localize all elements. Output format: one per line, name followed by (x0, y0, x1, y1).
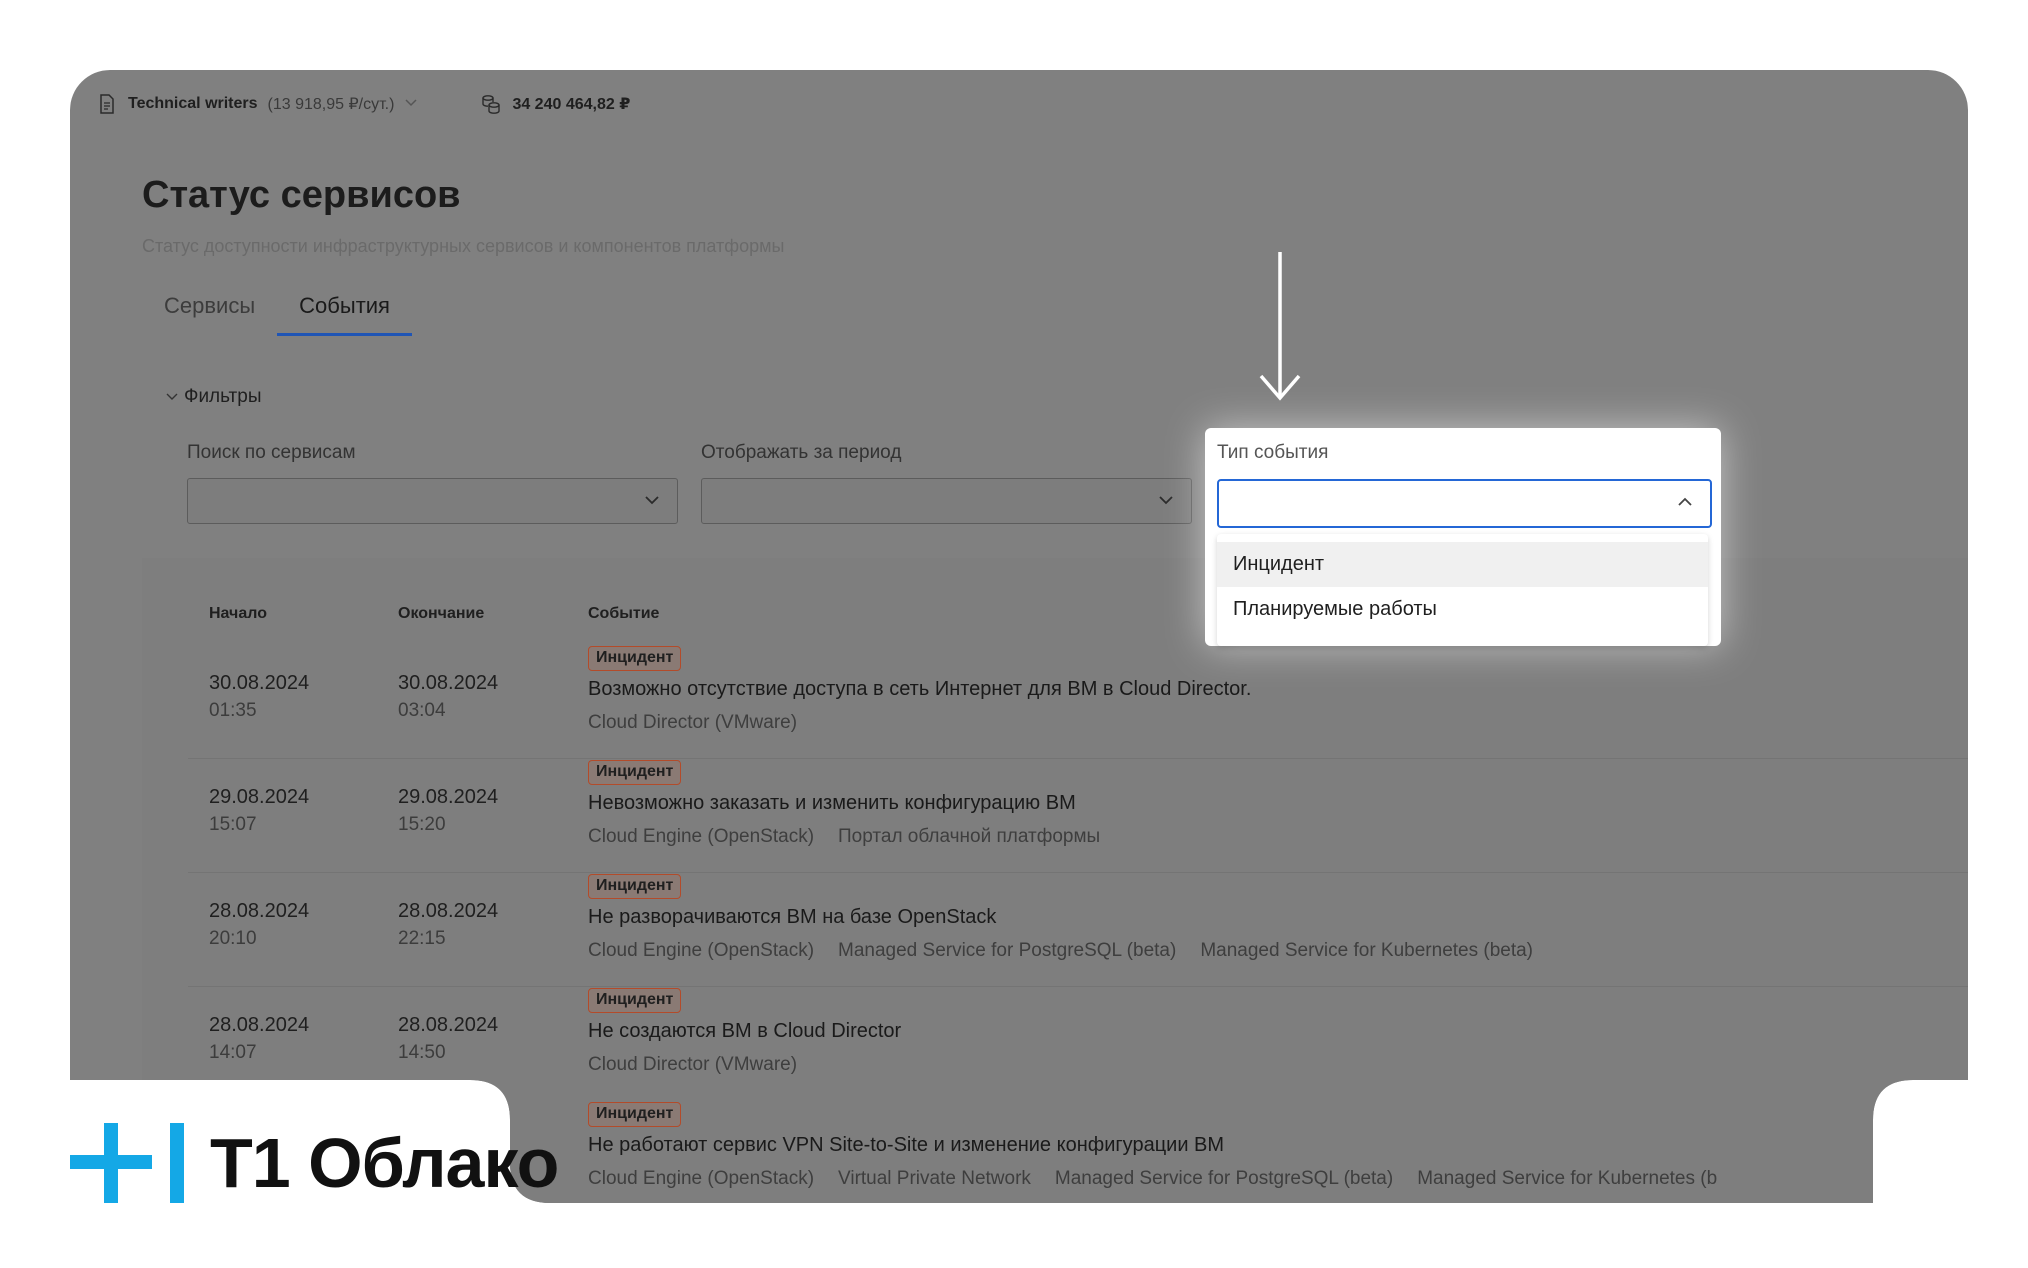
incident-badge: Инцидент (588, 988, 681, 1013)
event-services: Cloud Engine (OpenStack) Портал облачной… (588, 826, 1100, 848)
document-icon (96, 93, 118, 115)
chevron-down-icon (166, 386, 178, 408)
t1-logo-icon (70, 1123, 184, 1203)
incident-badge: Инцидент (588, 1102, 681, 1127)
project-rate: (13 918,95 ₽/сут.) (267, 96, 395, 113)
incident-badge: Инцидент (588, 646, 681, 671)
start-time: 14:07 (209, 1042, 257, 1063)
top-bar: Technical writers (13 918,95 ₽/сут.) 34 … (96, 84, 630, 124)
start-time: 20:10 (209, 928, 257, 949)
chevron-up-icon[interactable] (1676, 493, 1694, 516)
service-tag[interactable]: Managed Service for Kubernetes (b (1417, 1168, 1717, 1190)
brand-logo: T1 Облако (70, 1120, 559, 1206)
end-date: 28.08.2024 (398, 1014, 499, 1036)
filters-toggle[interactable]: Фильтры (166, 386, 261, 408)
chevron-down-icon[interactable] (404, 95, 418, 113)
service-tag[interactable]: Cloud Engine (OpenStack) (588, 940, 814, 962)
end-time: 14:50 (398, 1042, 446, 1063)
row-divider (188, 872, 1968, 873)
service-tag[interactable]: Cloud Engine (OpenStack) (588, 826, 814, 848)
service-search-select[interactable] (187, 478, 678, 524)
row-divider (188, 986, 1968, 987)
option-planned-works[interactable]: Планируемые работы (1217, 587, 1708, 632)
service-tag[interactable]: Cloud Director (VMware) (588, 712, 797, 734)
column-end: Окончание (398, 605, 485, 622)
arrow-down-icon (1255, 248, 1305, 413)
incident-badge: Инцидент (588, 874, 681, 899)
coins-icon (480, 93, 502, 115)
start-date: 28.08.2024 (209, 1014, 310, 1036)
chevron-down-icon (643, 491, 661, 514)
event-type-filter: Тип события Инцидент Планируемые работы (1205, 428, 1721, 646)
end-time: 03:04 (398, 700, 446, 721)
end-date: 29.08.2024 (398, 786, 499, 808)
start-date: 30.08.2024 (209, 672, 310, 694)
row-divider (188, 758, 1968, 759)
end-time: 15:20 (398, 814, 446, 835)
event-title[interactable]: Не разворачиваются ВМ на базе OpenStack (588, 906, 996, 929)
event-services: Cloud Engine (OpenStack) Virtual Private… (588, 1168, 1717, 1190)
event-services: Cloud Director (VMware) (588, 712, 797, 734)
chevron-down-icon (1157, 491, 1175, 514)
service-search-label: Поиск по сервисам (187, 442, 356, 463)
service-tag[interactable]: Virtual Private Network (838, 1168, 1031, 1190)
service-tag[interactable]: Managed Service for PostgreSQL (beta) (1055, 1168, 1393, 1190)
page-title: Статус сервисов (142, 174, 461, 216)
service-tag[interactable]: Портал облачной платформы (838, 826, 1100, 848)
service-tag[interactable]: Managed Service for Kubernetes (beta) (1200, 940, 1533, 962)
event-services: Cloud Engine (OpenStack) Managed Service… (588, 940, 1533, 962)
balance-amount: 34 240 464,82 ₽ (512, 96, 631, 113)
event-title[interactable]: Не создаются ВМ в Cloud Director (588, 1020, 901, 1043)
incident-badge: Инцидент (588, 760, 681, 785)
tab-services[interactable]: Сервисы (142, 286, 277, 336)
event-services: Cloud Director (VMware) (588, 1054, 797, 1076)
column-start: Начало (209, 605, 267, 622)
end-date: 30.08.2024 (398, 672, 499, 694)
event-type-label: Тип события (1217, 442, 1329, 463)
event-title[interactable]: Невозможно заказать и изменить конфигура… (588, 792, 1076, 815)
service-tag[interactable]: Managed Service for PostgreSQL (beta) (838, 940, 1176, 962)
event-type-options: Инцидент Планируемые работы (1217, 534, 1708, 646)
project-name[interactable]: Technical writers (128, 95, 258, 113)
start-time: 15:07 (209, 814, 257, 835)
tab-bar: Сервисы События (142, 286, 412, 336)
tab-events[interactable]: События (277, 286, 412, 336)
service-tag[interactable]: Cloud Director (VMware) (588, 1054, 797, 1076)
column-event: Событие (588, 605, 660, 622)
filters-label: Фильтры (184, 386, 262, 407)
period-label: Отображать за период (701, 442, 902, 463)
end-date: 28.08.2024 (398, 900, 499, 922)
start-time: 01:35 (209, 700, 257, 721)
option-incident[interactable]: Инцидент (1217, 542, 1708, 587)
start-date: 29.08.2024 (209, 786, 310, 808)
event-title[interactable]: Возможно отсутствие доступа в сеть Интер… (588, 678, 1251, 701)
period-select[interactable] (701, 478, 1192, 524)
start-date: 28.08.2024 (209, 900, 310, 922)
event-title[interactable]: Не работают сервис VPN Site-to-Site и из… (588, 1134, 1224, 1157)
end-time: 22:15 (398, 928, 446, 949)
brand-name: T1 Облако (210, 1124, 559, 1202)
page-subtitle: Статус доступности инфраструктурных серв… (142, 236, 785, 256)
service-tag[interactable]: Cloud Engine (OpenStack) (588, 1168, 814, 1190)
event-type-select[interactable] (1217, 479, 1712, 528)
events-table (142, 558, 1968, 1203)
